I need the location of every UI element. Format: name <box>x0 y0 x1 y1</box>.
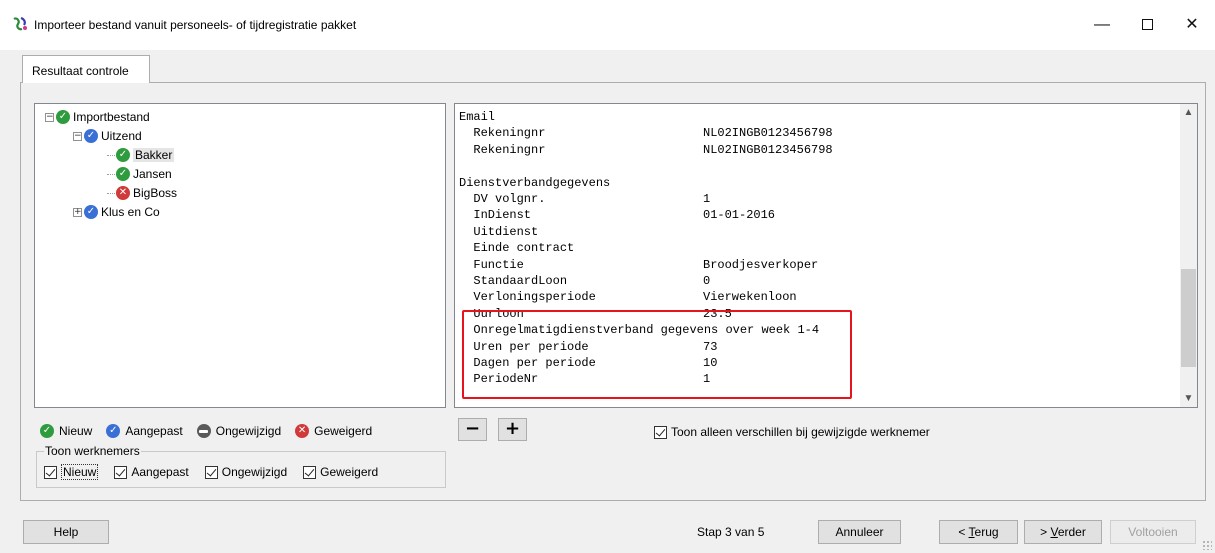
tree-item-label: Uitzend <box>101 129 142 143</box>
app-logo-icon <box>13 16 27 31</box>
detail-key: Verloningsperiode <box>459 290 596 305</box>
detail-key: InDienst <box>459 208 532 223</box>
legend-label: Nieuw <box>59 424 93 438</box>
legend-changed: ✓ Aangepast <box>106 424 183 438</box>
scrollbar-thumb[interactable] <box>1181 269 1196 367</box>
maximize-icon <box>1141 19 1153 31</box>
tree-item-label: BigBoss <box>133 186 178 200</box>
status-new-icon: ✓ <box>116 167 130 181</box>
checkbox-checked-icon[interactable] <box>303 465 317 479</box>
tree-item-bigboss[interactable]: ✕ BigBoss <box>107 184 177 202</box>
checkbox-nieuw[interactable]: Nieuw <box>44 464 99 480</box>
tab-resultaat-controle[interactable]: Resultaat controle <box>22 55 150 83</box>
legend-label: Aangepast <box>125 424 183 438</box>
detail-key: Einde contract <box>459 241 575 256</box>
maximize-button[interactable] <box>1124 8 1170 42</box>
detail-key: Rekeningnr <box>459 126 546 141</box>
tree-item-bakker[interactable]: ✓ Bakker <box>107 146 175 164</box>
checkbox-aangepast[interactable]: Aangepast <box>114 465 189 479</box>
collapse-icon[interactable]: − <box>73 131 82 141</box>
checkbox-ongewijzigd[interactable]: Ongewijzigd <box>204 465 288 479</box>
checkbox-label: Nieuw <box>61 464 99 480</box>
checkbox-geweigerd[interactable]: Geweigerd <box>303 465 378 479</box>
vertical-scrollbar[interactable]: ▲ ▼ <box>1180 104 1197 407</box>
tree-item-jansen[interactable]: ✓ Jansen <box>107 165 172 183</box>
collapse-icon[interactable]: − <box>45 112 54 122</box>
checkbox-label: Aangepast <box>131 465 189 479</box>
detail-value: 1 <box>703 192 711 206</box>
finish-button[interactable]: Voltooien <box>1110 520 1196 544</box>
detail-key: StandaardLoon <box>459 274 568 288</box>
highlight-box <box>462 310 852 399</box>
tree-item-label: Jansen <box>133 167 172 181</box>
help-button[interactable]: Help <box>23 520 109 544</box>
employee-tree[interactable]: − ✓ Importbestand − ✓ Uitzend ✓ Bakker ✓… <box>34 103 446 408</box>
detail-value: Vierwekenloon <box>703 290 797 305</box>
close-button[interactable]: ✕ <box>1169 8 1215 42</box>
detail-key: Uitdienst <box>459 224 539 239</box>
status-changed-icon: ✓ <box>84 129 98 143</box>
status-refused-icon: ✕ <box>295 424 310 438</box>
detail-value: NL02INGB0123456798 <box>703 142 833 157</box>
detail-key: Email <box>459 110 496 124</box>
checkbox-checked-icon[interactable] <box>114 465 128 479</box>
detail-value: 01-01-2016 <box>703 208 776 223</box>
status-new-icon: ✓ <box>40 424 54 438</box>
resize-grip-icon[interactable] <box>1202 540 1212 550</box>
back-button[interactable]: < Terug <box>939 520 1018 544</box>
status-legend: ✓ Nieuw ✓ Aangepast Ongewijzigd ✕ Geweig… <box>40 424 386 438</box>
checkbox-only-differences[interactable]: Toon alleen verschillen bij gewijzigde w… <box>654 425 930 439</box>
detail-key: Functie <box>459 257 524 272</box>
checkbox-label: Toon alleen verschillen bij gewijzigde w… <box>671 425 930 439</box>
status-refused-icon: ✕ <box>116 186 130 200</box>
checkbox-checked-icon[interactable] <box>654 425 667 439</box>
tree-item-uitzend[interactable]: − ✓ Uitzend <box>73 127 142 145</box>
legend-label: Geweigerd <box>314 424 373 438</box>
detail-key: DV volgnr. <box>459 192 546 206</box>
expand-icon[interactable]: + <box>73 207 82 217</box>
checkbox-checked-icon[interactable] <box>204 465 218 479</box>
detail-value: Broodjesverkoper <box>703 257 819 272</box>
tree-item-klus-en-co[interactable]: + ✓ Klus en Co <box>73 203 160 221</box>
legend-label: Ongewijzigd <box>215 424 282 438</box>
legend-unchanged: Ongewijzigd <box>196 424 282 438</box>
detail-value: 0 <box>703 274 711 288</box>
legend-refused: ✕ Geweigerd <box>295 424 372 438</box>
status-unchanged-icon <box>196 424 211 438</box>
minimize-button[interactable]: — <box>1079 8 1125 42</box>
step-indicator: Stap 3 van 5 <box>697 525 765 539</box>
checkbox-checked-icon[interactable] <box>44 465 57 479</box>
cancel-button[interactable]: Annuleer <box>818 520 901 544</box>
tree-item-label: Importbestand <box>73 110 150 124</box>
detail-key: Rekeningnr <box>459 142 546 157</box>
status-new-icon: ✓ <box>116 148 130 162</box>
status-new-icon: ✓ <box>56 110 70 124</box>
scroll-up-icon[interactable]: ▲ <box>1180 104 1197 121</box>
status-changed-icon: ✓ <box>106 424 121 438</box>
window-title: Importeer bestand vanuit personeels- of … <box>34 18 357 32</box>
next-button[interactable]: > Verder <box>1024 520 1102 544</box>
checkbox-label: Ongewijzigd <box>221 465 288 479</box>
tree-item-label: Bakker <box>133 148 175 162</box>
detail-value: NL02INGB0123456798 <box>703 126 833 141</box>
tree-item-importbestand[interactable]: − ✓ Importbestand <box>45 108 150 126</box>
detail-key: Dienstverbandgegevens <box>459 175 611 190</box>
expand-all-button[interactable]: + <box>498 418 527 441</box>
checkbox-label: Geweigerd <box>320 465 379 479</box>
tree-item-label: Klus en Co <box>101 205 160 219</box>
collapse-all-button[interactable]: − <box>458 418 487 441</box>
status-changed-icon: ✓ <box>84 205 98 219</box>
toon-werknemers-checkboxes: Nieuw Aangepast Ongewijzigd Geweigerd <box>44 464 394 480</box>
legend-new: ✓ Nieuw <box>40 424 92 438</box>
group-label: Toon werknemers <box>44 444 141 458</box>
title-bar: Importeer bestand vanuit personeels- of … <box>0 0 1215 50</box>
scroll-down-icon[interactable]: ▼ <box>1180 390 1197 407</box>
